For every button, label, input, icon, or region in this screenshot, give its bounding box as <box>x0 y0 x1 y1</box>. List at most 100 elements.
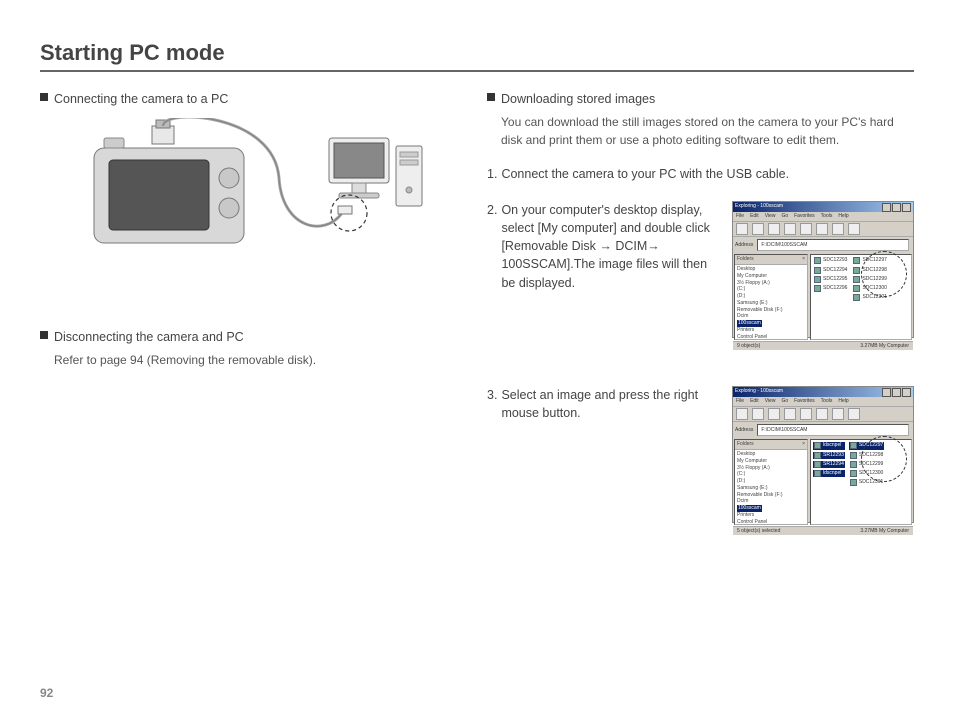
file-item[interactable]: SDC12298 <box>852 267 887 274</box>
tree-item[interactable]: 3½ Floppy (A:) <box>737 465 805 472</box>
file-item[interactable]: SDC12296 <box>813 285 848 292</box>
tree-item[interactable]: (C:) <box>737 471 805 478</box>
maximize-icon[interactable] <box>892 388 901 397</box>
file-item[interactable]: SDC12301 <box>849 479 884 486</box>
folders-label: Folders <box>737 256 754 263</box>
forward-icon[interactable] <box>752 223 764 235</box>
menubar[interactable]: File Edit View Go Favorites Tools Help <box>733 397 913 407</box>
paste-icon[interactable] <box>816 408 828 420</box>
file-item-selected[interactable]: SR12293 <box>813 452 845 459</box>
copy-icon[interactable] <box>800 408 812 420</box>
right-column: Downloading stored images You can downlo… <box>487 90 914 541</box>
file-item-selected[interactable]: SR12294 <box>813 461 845 468</box>
tree-close-icon[interactable]: × <box>802 256 805 263</box>
tree-item[interactable]: Desktop <box>737 266 805 273</box>
paste-icon[interactable] <box>816 223 828 235</box>
tree-item[interactable]: Samsung (E:) <box>737 300 805 307</box>
menubar[interactable]: File Edit View Go Favorites Tools Help <box>733 212 913 222</box>
address-bar[interactable]: F:\DCIM\100SSCAM <box>757 239 909 251</box>
file-item[interactable]: SDC12299 <box>849 461 884 468</box>
file-item[interactable]: SDC12293 <box>813 257 848 264</box>
tree-item-selected[interactable]: 100sscam <box>737 320 762 327</box>
tree-item[interactable]: My Computer <box>737 273 805 280</box>
folder-tree[interactable]: Folders× Desktop My Computer 3½ Floppy (… <box>734 439 808 525</box>
menu-help[interactable]: Help <box>838 398 848 405</box>
menu-tools[interactable]: Tools <box>821 398 833 405</box>
cut-icon[interactable] <box>784 408 796 420</box>
menu-go[interactable]: Go <box>781 398 788 405</box>
tree-item[interactable]: Control Panel <box>737 334 805 341</box>
tree-item[interactable]: Printers <box>737 327 805 334</box>
undo-icon[interactable] <box>832 408 844 420</box>
delete-icon[interactable] <box>848 223 860 235</box>
tree-item[interactable]: 3½ Floppy (A:) <box>737 280 805 287</box>
menu-view[interactable]: View <box>765 213 776 220</box>
bullet-icon <box>40 93 48 101</box>
file-item[interactable]: SDC12297 <box>852 257 887 264</box>
undo-icon[interactable] <box>832 223 844 235</box>
copy-icon[interactable] <box>800 223 812 235</box>
menu-tools[interactable]: Tools <box>821 213 833 220</box>
file-item[interactable]: SDC12294 <box>813 267 848 274</box>
tree-item-selected[interactable]: 100sscam <box>737 505 762 512</box>
tree-item[interactable]: Removable Disk (F:) <box>737 492 805 499</box>
file-item[interactable]: SDC12300 <box>849 470 884 477</box>
file-list[interactable]: ldscnpel SR12293 SR12294 ldscnpel SDC122… <box>810 439 912 525</box>
tree-item[interactable]: Printers <box>737 512 805 519</box>
cut-icon[interactable] <box>784 223 796 235</box>
tree-item[interactable]: Dcim <box>737 498 805 505</box>
file-item[interactable]: SDC12295 <box>813 276 848 283</box>
maximize-icon[interactable] <box>892 203 901 212</box>
image-file-icon <box>850 461 857 468</box>
menu-edit[interactable]: Edit <box>750 213 759 220</box>
back-icon[interactable] <box>736 408 748 420</box>
menu-edit[interactable]: Edit <box>750 398 759 405</box>
menu-favorites[interactable]: Favorites <box>794 398 815 405</box>
tree-item[interactable]: Samsung (E:) <box>737 485 805 492</box>
address-bar[interactable]: F:\DCIM\100SSCAM <box>757 424 909 436</box>
up-icon[interactable] <box>768 223 780 235</box>
forward-icon[interactable] <box>752 408 764 420</box>
close-icon[interactable] <box>902 388 911 397</box>
delete-icon[interactable] <box>848 408 860 420</box>
file-item-selected[interactable]: ldscnpel <box>813 442 845 449</box>
file-item[interactable]: SDC12299 <box>852 276 887 283</box>
bullet-icon <box>40 331 48 339</box>
tree-item[interactable]: Desktop <box>737 451 805 458</box>
tree-item[interactable]: Control Panel <box>737 519 805 526</box>
close-icon[interactable] <box>902 203 911 212</box>
page-number: 92 <box>40 686 53 700</box>
bullet-icon <box>487 93 495 101</box>
tree-close-icon[interactable]: × <box>802 441 805 448</box>
minimize-icon[interactable] <box>882 203 891 212</box>
menu-go[interactable]: Go <box>781 213 788 220</box>
file-item-selected[interactable]: ldscnpel <box>813 470 845 477</box>
minimize-icon[interactable] <box>882 388 891 397</box>
up-icon[interactable] <box>768 408 780 420</box>
image-file-icon <box>853 257 860 264</box>
tree-item[interactable]: Removable Disk (F:) <box>737 307 805 314</box>
tree-item[interactable]: Dcim <box>737 313 805 320</box>
menu-file[interactable]: File <box>736 398 744 405</box>
image-file-icon <box>814 276 821 283</box>
image-file-icon <box>850 452 857 459</box>
back-icon[interactable] <box>736 223 748 235</box>
menu-help[interactable]: Help <box>838 213 848 220</box>
tree-item[interactable]: (D:) <box>737 478 805 485</box>
tree-item[interactable]: (D:) <box>737 293 805 300</box>
file-list[interactable]: SDC12293 SDC12294 SDC12295 SDC12296 SDC1… <box>810 254 912 340</box>
image-file-icon <box>853 294 860 301</box>
file-item[interactable]: SDC12301 <box>852 294 887 301</box>
tree-item[interactable]: My Computer <box>737 458 805 465</box>
file-item[interactable]: SDC12298 <box>849 452 884 459</box>
file-item[interactable]: SDC12300 <box>852 285 887 292</box>
menu-favorites[interactable]: Favorites <box>794 213 815 220</box>
menu-file[interactable]: File <box>736 213 744 220</box>
status-location: My Computer <box>879 528 909 534</box>
menu-view[interactable]: View <box>765 398 776 405</box>
file-item-selected[interactable]: SDC12297 <box>849 442 884 449</box>
tree-item[interactable]: (C:) <box>737 286 805 293</box>
explorer-screenshot-1: Exploring - 100sscam File Edit View G <box>732 201 914 338</box>
folder-tree[interactable]: Folders × Desktop My Computer 3½ Floppy (… <box>734 254 808 340</box>
image-file-icon <box>814 442 821 449</box>
